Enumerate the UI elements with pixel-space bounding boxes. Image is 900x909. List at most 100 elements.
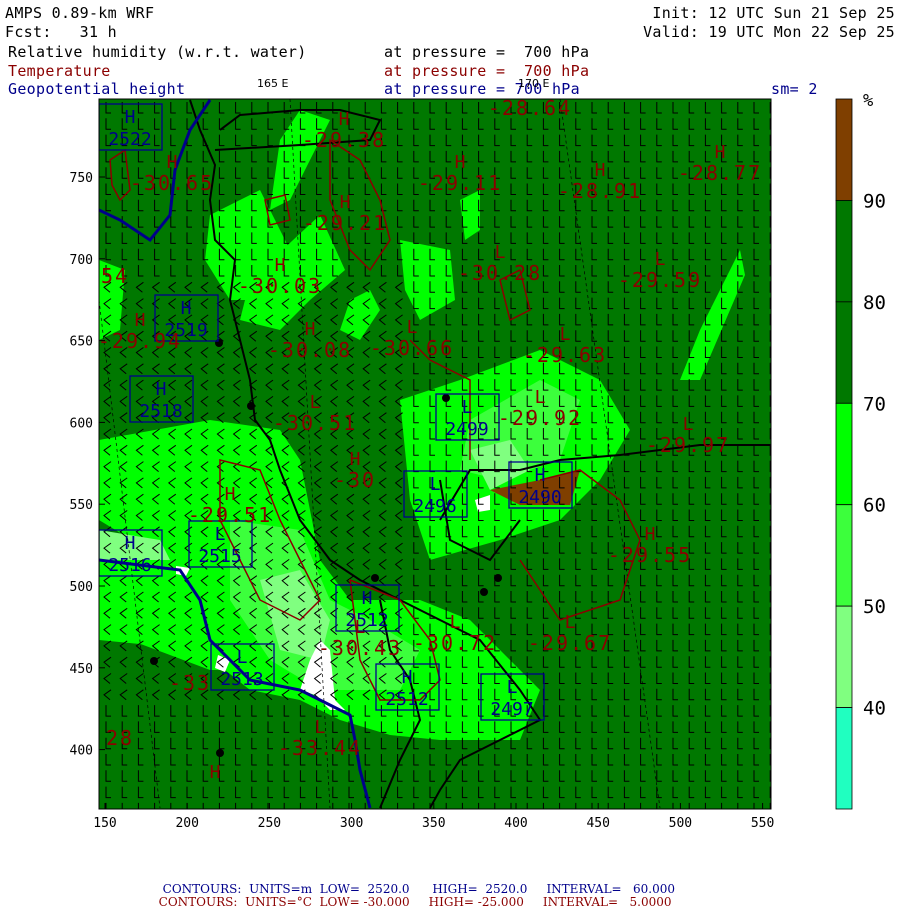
y-tick-label: 500: [70, 580, 93, 595]
center-value: -33: [169, 671, 211, 695]
center-type: H: [350, 449, 361, 470]
center-type: H: [455, 152, 466, 173]
x-tick-label: 400: [504, 816, 527, 831]
colorbar-segment: [835, 301, 853, 404]
temp-center: 28: [106, 726, 134, 750]
colorbar-label: 70: [863, 393, 886, 415]
x-tick-label: 550: [751, 816, 774, 831]
center-value: -33.44: [278, 736, 362, 760]
center-type: H: [305, 319, 316, 340]
center-value: 2515: [198, 546, 241, 567]
center-type: H: [362, 588, 373, 609]
center-value: -29.63: [523, 343, 607, 367]
footer-units: UNITS=°C: [245, 895, 312, 909]
center-value: -28.77: [678, 161, 762, 185]
colorbar-label: 50: [863, 596, 886, 618]
center-type: L: [215, 524, 226, 545]
colorbar-segment: [835, 707, 853, 810]
center-value: 2516: [108, 555, 151, 576]
center-value: -29.92: [498, 406, 582, 430]
colorbar-unit: %: [863, 91, 873, 111]
x-tick-label: 150: [93, 816, 116, 831]
x-tick-label: 250: [258, 816, 281, 831]
center-type: L: [655, 249, 666, 270]
y-tick-label: 600: [70, 416, 93, 431]
center-type: H: [339, 109, 350, 130]
center-type: L: [462, 397, 473, 418]
center-value: -28.91: [558, 179, 642, 203]
center-type: L: [495, 242, 506, 263]
x-tick-label: 450: [586, 816, 609, 831]
center-type: H: [181, 298, 192, 319]
colorbar-label: 40: [863, 698, 886, 720]
center-type: H: [125, 533, 136, 554]
center-value: 2497: [490, 699, 533, 720]
temp-center: 54: [101, 264, 129, 288]
center-type: L: [310, 392, 321, 413]
center-value: -28.64: [488, 96, 572, 120]
center-value: 28: [106, 726, 134, 750]
y-tick-label: 650: [70, 335, 93, 350]
footer-low: LOW= -30.000: [319, 895, 410, 909]
center-value: -29.55: [608, 543, 692, 567]
center-type: H: [595, 160, 606, 181]
center-value: -29.38: [302, 128, 386, 152]
center-value: 2499: [445, 419, 488, 440]
center-type: L: [450, 612, 461, 633]
center-value: -29.94: [98, 329, 182, 353]
center-type: H: [645, 524, 656, 545]
y-tick-label: 750: [70, 171, 93, 186]
center-value: -29.59: [618, 268, 702, 292]
center-value: -30.08: [268, 338, 352, 362]
center-value: 2522: [108, 129, 151, 150]
center-type: L: [683, 414, 694, 435]
center-type: L: [407, 317, 418, 338]
temp-center: H: [210, 762, 221, 783]
footer-high: HIGH= -25.000: [428, 895, 524, 909]
footer-interval: INTERVAL= 5.0000: [542, 895, 672, 909]
center-value: -30.43: [318, 636, 402, 660]
colorbar-label: 60: [863, 495, 886, 517]
colorbar-segment: [835, 402, 853, 506]
center-type: L: [315, 717, 326, 738]
map-figure: H2522H2519H2518 L2499L2496H2490H2516L2515…: [70, 91, 886, 831]
center-type: H: [156, 379, 167, 400]
center-type: H: [167, 152, 178, 173]
center-value: -30.72: [413, 631, 497, 655]
footer-label: CONTOURS:: [158, 895, 238, 909]
center-value: -30.66: [370, 336, 454, 360]
center-value: -29.21: [303, 211, 387, 235]
center-value: -29.51: [188, 503, 272, 527]
center-value: -30.65: [130, 171, 214, 195]
center-type: H: [535, 465, 546, 486]
center-type: L: [507, 677, 518, 698]
center-type: H: [715, 142, 726, 163]
center-type: H: [125, 107, 136, 128]
center-value: -30.03: [238, 274, 322, 298]
y-tick-label: 450: [70, 662, 93, 677]
center-value: 2490: [518, 487, 561, 508]
center-type: H: [275, 255, 286, 276]
center-value: -29.97: [646, 433, 730, 457]
center-value: -30.28: [458, 261, 542, 285]
center-type: H: [135, 310, 146, 331]
colorbar-segment: [835, 200, 853, 303]
center-value: 2518: [139, 401, 182, 422]
x-tick-label: 350: [422, 816, 445, 831]
center-value: 54: [101, 264, 129, 288]
colorbar-segment: [835, 504, 853, 607]
x-tick-label: 500: [669, 816, 692, 831]
temp-center: -33: [169, 671, 211, 695]
colorbar: % 90 80 70 60 50 40: [835, 91, 886, 810]
y-tick-label: 400: [70, 744, 93, 759]
colorbar-segment: [835, 98, 853, 201]
center-type: H: [402, 667, 413, 688]
center-type: L: [560, 324, 571, 345]
x-tick-label: 200: [175, 816, 198, 831]
center-value: 2513: [220, 669, 263, 690]
center-type: L: [430, 474, 441, 495]
colorbar-segment: [835, 605, 853, 708]
center-type: L: [535, 387, 546, 408]
center-type: L: [565, 612, 576, 633]
temp-center: -28.64: [488, 96, 572, 120]
